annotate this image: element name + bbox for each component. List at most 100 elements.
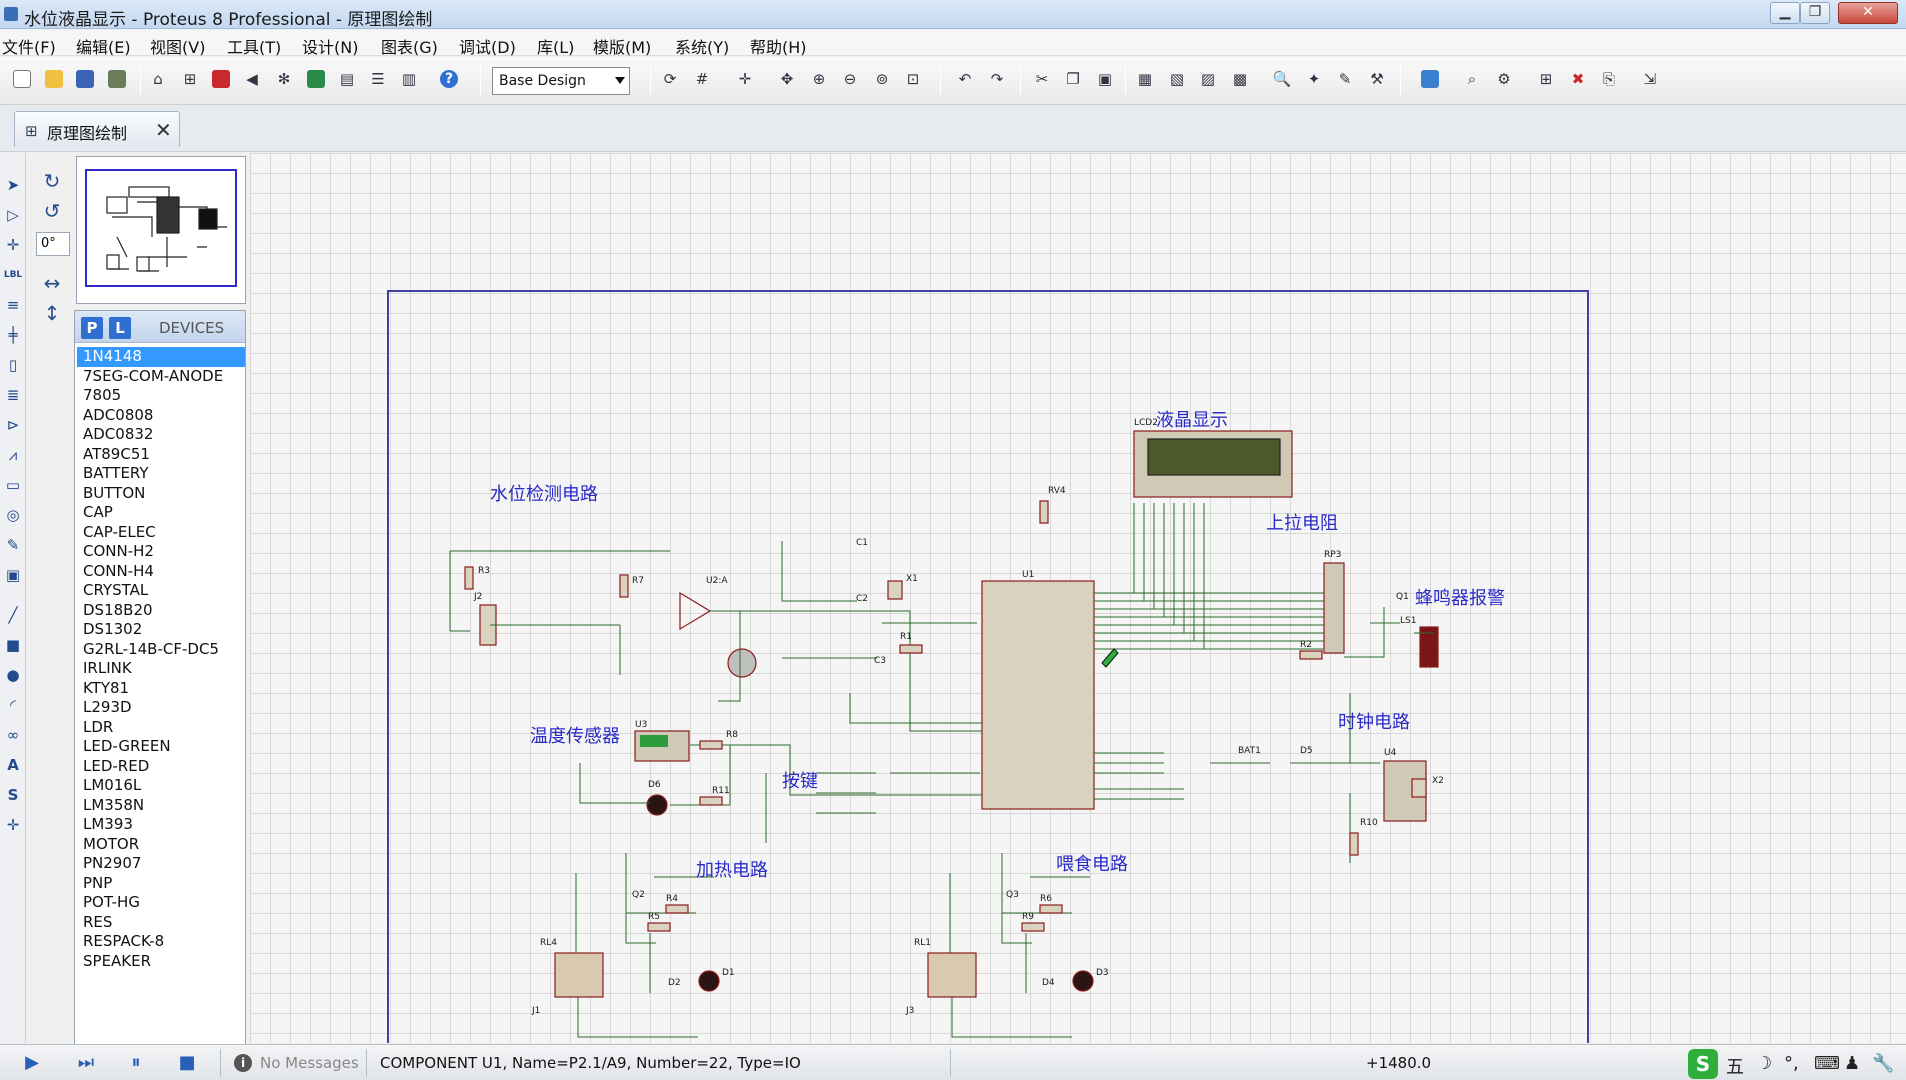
device-list-item[interactable]: G2RL-14B-CF-DC5 [77, 640, 245, 660]
device-list-item[interactable]: MOTOR [77, 835, 245, 855]
led-d1[interactable] [698, 970, 720, 992]
line-mode-icon[interactable]: ╱ [3, 605, 23, 625]
cut-icon[interactable]: ✂ [1030, 67, 1054, 91]
make-device-icon[interactable]: ✦ [1302, 67, 1326, 91]
path-mode-icon[interactable]: ∞ [3, 725, 23, 745]
package-tool-icon[interactable]: ✎ [1333, 67, 1357, 91]
copy-icon[interactable]: ❐ [1061, 67, 1085, 91]
new-sheet-icon[interactable]: ⊞ [1534, 67, 1558, 91]
menu-design[interactable]: 设计(N) [302, 34, 358, 58]
new-icon[interactable] [10, 67, 34, 91]
stop-icon[interactable]: ■ [175, 1051, 199, 1075]
marker-mode-icon[interactable]: ✛ [3, 815, 23, 835]
device-list[interactable]: 1N4148 7SEG-COM-ANODE 7805 ADC0808 ADC0832 AT… [77, 347, 245, 971]
rotate-clockwise-icon[interactable]: ↻ [40, 169, 64, 193]
device-list-item[interactable]: CAP-ELEC [77, 523, 245, 543]
design-notes-icon[interactable]: ▤ [335, 67, 359, 91]
close-button[interactable]: ✕ [1838, 2, 1898, 24]
3d-icon[interactable]: ✻ [272, 67, 296, 91]
decompose-icon[interactable]: ⚒ [1365, 67, 1389, 91]
grid-icon[interactable]: # [690, 67, 714, 91]
graph-mode-icon[interactable]: ⩘ [3, 445, 23, 465]
device-list-item[interactable]: RES [77, 913, 245, 933]
subcircuit-mode-icon[interactable]: ▯ [3, 355, 23, 375]
block-move-icon[interactable]: ▧ [1165, 67, 1189, 91]
wire-autorouter-icon[interactable] [1418, 67, 1442, 91]
undo-icon[interactable]: ↶ [953, 67, 977, 91]
device-list-item[interactable]: 7SEG-COM-ANODE [77, 367, 245, 387]
pick-devices-button[interactable]: P [81, 317, 103, 339]
comparator-u2[interactable] [679, 591, 712, 631]
device-list-item[interactable]: DS1302 [77, 620, 245, 640]
menu-tools[interactable]: 工具(T) [227, 34, 281, 58]
tab-schematic-capture[interactable]: ⊞ 原理图绘制 ✕ [14, 111, 180, 147]
device-list-item[interactable]: ADC0808 [77, 406, 245, 426]
tab-close-button[interactable]: ✕ [155, 118, 172, 142]
terminals-mode-icon[interactable]: ≣ [3, 385, 23, 405]
menu-view[interactable]: 视图(V) [150, 34, 205, 58]
device-list-item[interactable]: BUTTON [77, 484, 245, 504]
device-list-item[interactable]: IRLINK [77, 659, 245, 679]
library-manager-button[interactable]: L [109, 317, 131, 339]
text-script-mode-icon[interactable]: ≡ [3, 295, 23, 315]
menu-graph[interactable]: 图表(G) [381, 34, 438, 58]
component-mode-icon[interactable]: ▷ [3, 205, 23, 225]
paste-icon[interactable]: ▣ [1093, 67, 1117, 91]
overview-window[interactable] [76, 156, 246, 304]
selection-mode-icon[interactable]: ➤ [3, 175, 23, 195]
circle-mode-icon[interactable]: ● [3, 665, 23, 685]
device-list-item[interactable]: PNP [77, 874, 245, 894]
rotation-angle-field[interactable]: 0° [36, 232, 70, 256]
device-list-item[interactable]: L293D [77, 698, 245, 718]
maximize-button[interactable]: ❐ [1800, 2, 1830, 24]
device-list-item[interactable]: 7805 [77, 386, 245, 406]
crystal-x1[interactable] [887, 580, 903, 600]
device-list-item[interactable]: LM393 [77, 815, 245, 835]
device-list-item[interactable]: RESPACK-8 [77, 932, 245, 952]
punctuation-icon[interactable]: °, [1784, 1053, 1799, 1074]
layer-select[interactable]: Base Design [492, 67, 630, 95]
virtual-instruments-mode-icon[interactable]: ▣ [3, 565, 23, 585]
redo-icon[interactable]: ↷ [985, 67, 1009, 91]
device-list-item[interactable]: LDR [77, 718, 245, 738]
schematic-icon[interactable]: ⊞ [178, 67, 202, 91]
led-d6[interactable] [646, 794, 668, 816]
pan-icon[interactable]: ✥ [775, 67, 799, 91]
play-icon[interactable]: ▶ [20, 1051, 44, 1075]
property-tool-icon[interactable]: ⚙ [1492, 67, 1516, 91]
search-icon[interactable]: ⌕ [1460, 67, 1484, 91]
device-list-item[interactable]: LM016L [77, 776, 245, 796]
junction-mode-icon[interactable]: ✛ [3, 235, 23, 255]
ime-mode-char[interactable]: 五 [1726, 1053, 1744, 1079]
device-list-item[interactable]: SPEAKER [77, 952, 245, 972]
voltage-probe-mode-icon[interactable]: ✎ [3, 535, 23, 555]
keyboard-icon[interactable]: ⌨ [1814, 1053, 1840, 1074]
wire-label-mode-icon[interactable]: LBL [3, 265, 23, 285]
device-list-item[interactable]: LM358N [77, 796, 245, 816]
device-list-item[interactable]: ADC0832 [77, 425, 245, 445]
symbol-mode-icon[interactable]: S [3, 785, 23, 805]
status-messages[interactable]: No Messages [260, 1054, 359, 1072]
device-list-item[interactable]: LED-RED [77, 757, 245, 777]
gerber-icon[interactable]: ◀ [240, 67, 264, 91]
device-list-item[interactable]: 1N4148 [77, 347, 245, 367]
wrench-icon[interactable]: 🔧 [1872, 1053, 1894, 1074]
device-list-item[interactable]: CONN-H2 [77, 542, 245, 562]
device-list-item[interactable]: DS18B20 [77, 601, 245, 621]
device-pins-mode-icon[interactable]: ⊳ [3, 415, 23, 435]
menu-system[interactable]: 系统(Y) [675, 34, 729, 58]
import-icon[interactable] [105, 67, 129, 91]
menu-template[interactable]: 模版(M) [593, 34, 651, 58]
refresh-icon[interactable]: ⟳ [658, 67, 682, 91]
relay-rl1[interactable] [927, 952, 977, 998]
pause-icon[interactable]: ⏸ [124, 1051, 148, 1075]
pcb-icon[interactable] [209, 67, 233, 91]
device-list-item[interactable]: POT-HG [77, 893, 245, 913]
home-icon[interactable]: ⌂ [146, 67, 170, 91]
menu-help[interactable]: 帮助(H) [750, 34, 807, 58]
tape-recorder-mode-icon[interactable]: ▭ [3, 475, 23, 495]
netlist-icon[interactable]: ☰ [366, 67, 390, 91]
device-list-item[interactable]: CRYSTAL [77, 581, 245, 601]
help-icon[interactable]: ? [437, 67, 461, 91]
flip-vertical-icon[interactable]: ↕ [40, 301, 64, 325]
